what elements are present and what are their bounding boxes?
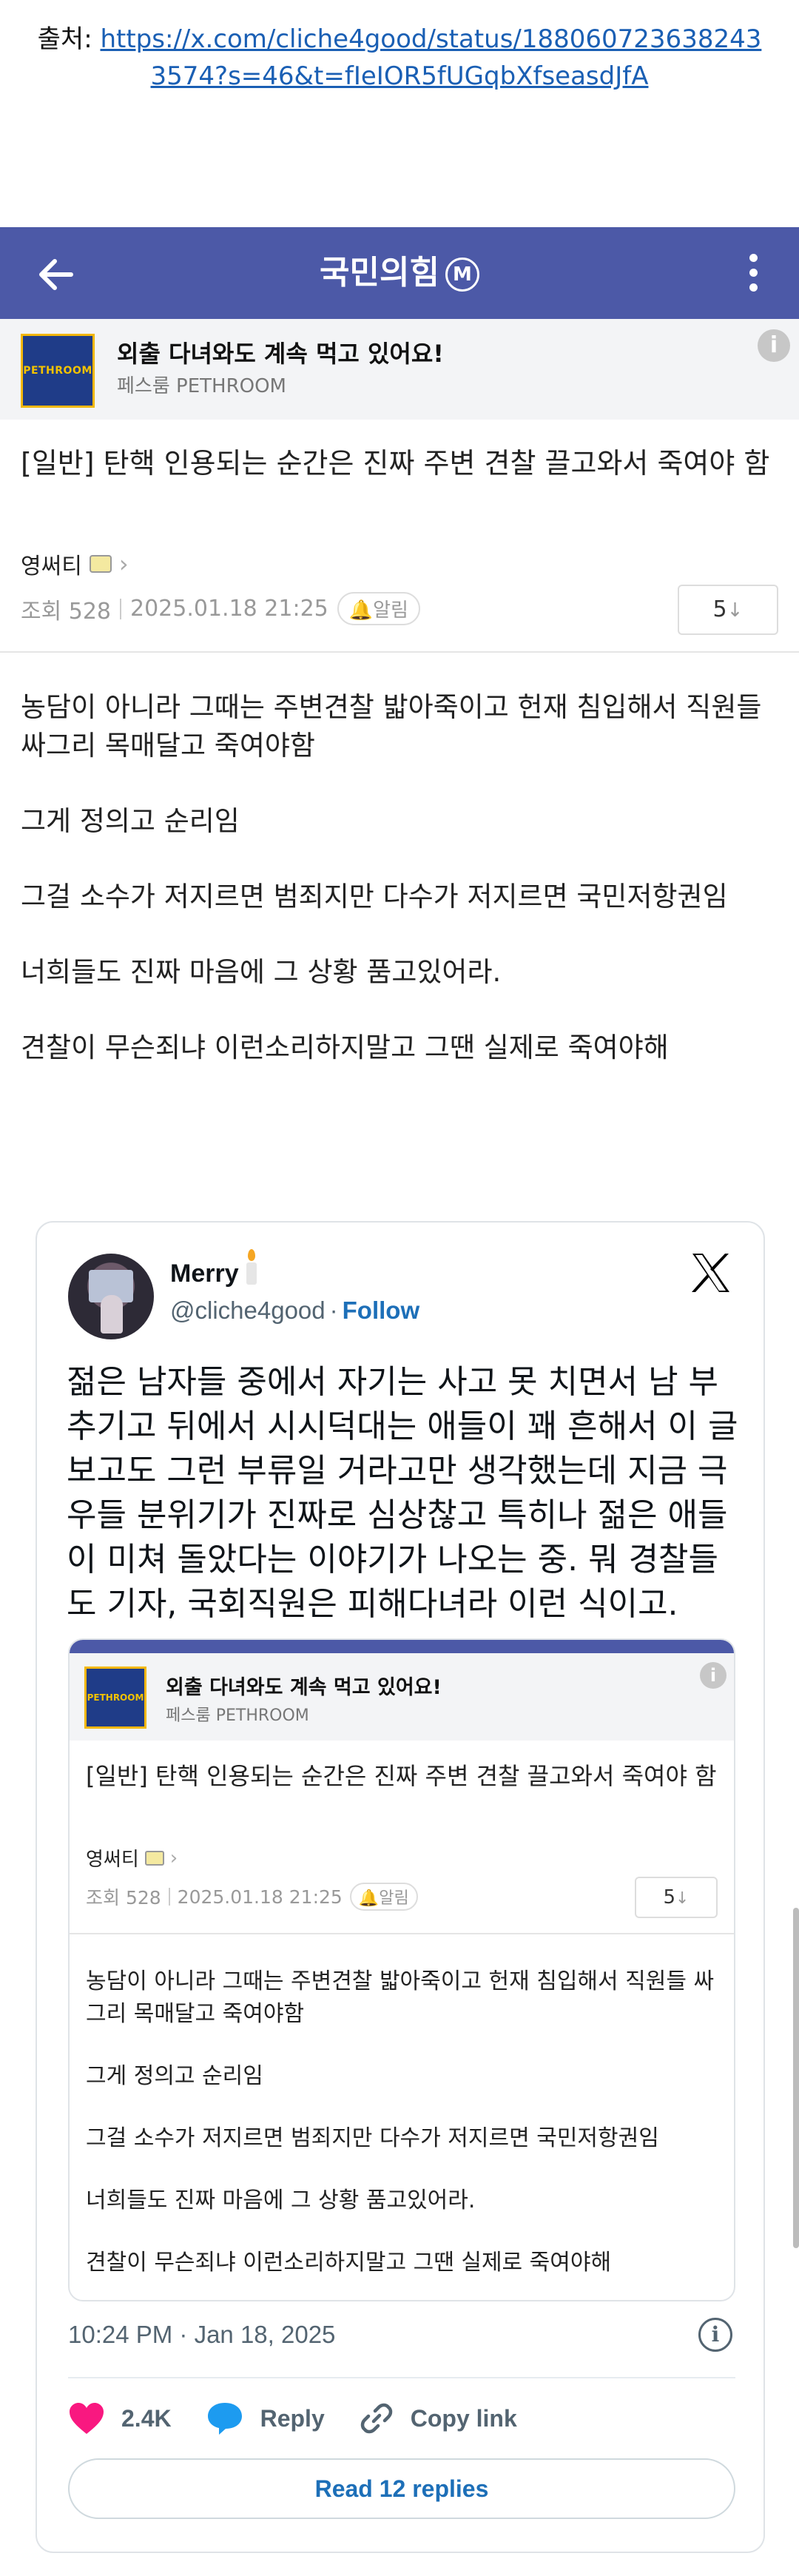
source-citation: 출처: https://x.com/cliche4good/status/188… <box>0 21 799 95</box>
reply-label: Reply <box>260 2404 325 2432</box>
tweet-author-handle: @cliche4good · Follow <box>170 1297 420 1324</box>
body-paragraph: 농담이 아니라 그때는 주변견찰 밟아죽이고 헌재 침입해서 직원들 싸그리 목… <box>21 691 762 761</box>
author-name: 영써티 <box>21 554 82 579</box>
heart-icon <box>70 2403 104 2434</box>
handle-text[interactable]: @cliche4good <box>170 1297 326 1324</box>
info-icon[interactable]: i <box>698 2318 732 2352</box>
copy-link-button[interactable]: Copy link <box>359 2401 517 2436</box>
down-arrow-icon: ↓ <box>726 599 744 622</box>
body-paragraph: 그게 정의고 순리임 <box>21 805 240 837</box>
ad-logo: PETHROOM <box>21 334 95 408</box>
ad-info-icon[interactable]: i <box>758 329 790 362</box>
ad-subtitle: 페스룸 PETHROOM <box>117 375 286 397</box>
source-link-line1[interactable]: https://x.com/cliche4good/status/1880607… <box>100 24 761 54</box>
embed-post-body: 농담이 아니라 그때는 주변견찰 밟아죽이고 헌재 침입해서 직원들 싸그리 목… <box>86 1968 715 2276</box>
ad-banner[interactable]: PETHROOM 외출 다녀와도 계속 먹고 있어요! 페스룸 PETHROOM… <box>0 319 799 420</box>
user-level-icon <box>89 555 112 573</box>
copy-link-label: Copy link <box>410 2404 517 2432</box>
embed-post-meta: 조회 528 2025.01.18 21:25 🔔알림 <box>86 1883 418 1911</box>
user-level-icon <box>144 1850 164 1866</box>
post-meta: 조회 528 2025.01.18 21:25 🔔알림 <box>21 592 420 625</box>
app-header: 국민의힘 M <box>0 227 799 319</box>
like-button[interactable]: 2.4K <box>68 2401 172 2435</box>
minor-gallery-badge: M <box>445 258 479 292</box>
alarm-label: 알림 <box>373 599 408 622</box>
post-author[interactable]: 영써티 › <box>21 548 129 580</box>
divider <box>0 651 799 653</box>
embed-divider <box>70 1933 734 1934</box>
vote-count-button[interactable]: 5↓ <box>678 585 778 635</box>
tweet-timestamp[interactable]: 10:24 PM · Jan 18, 2025 <box>68 2321 335 2349</box>
embed-ad-info-icon: i <box>700 1662 726 1689</box>
meta-separator <box>120 598 121 619</box>
body-paragraph: 너희들도 진짜 마음에 그 상황 품고있어라. <box>21 956 502 988</box>
like-count: 2.4K <box>121 2404 172 2432</box>
speech-bubble-icon <box>207 2403 242 2435</box>
source-label: 출처: <box>37 24 101 54</box>
scrollbar[interactable] <box>793 1908 799 2248</box>
reply-button[interactable]: Reply <box>206 2401 325 2436</box>
post-title: [일반] 탄핵 인용되는 순간은 진짜 주변 견찰 끌고와서 죽여야 함 <box>21 447 770 480</box>
avatar[interactable] <box>68 1254 154 1339</box>
embed-vote-count: 5↓ <box>635 1877 718 1918</box>
chevron-right-icon: › <box>169 1846 178 1869</box>
source-link-line2[interactable]: 3574?s=46&t=fIeIOR5fUGqbXfseasdJfA <box>151 61 649 91</box>
body-paragraph: 견찰이 무슨죄냐 이런소리하지말고 그땐 실제로 죽여야해 <box>21 1032 669 1063</box>
gallery-title-text: 국민의힘 <box>320 254 439 292</box>
embed-ad-title: 외출 다녀와도 계속 먹고 있어요! <box>166 1676 442 1699</box>
tweet-author-name[interactable]: Merry <box>170 1249 257 1288</box>
embed-post-author: 영써티 › <box>86 1846 178 1872</box>
alarm-button[interactable]: 🔔알림 <box>337 592 420 625</box>
post-date: 2025.01.18 21:25 <box>130 596 328 622</box>
chevron-right-icon: › <box>118 550 129 578</box>
embed-ad-logo: PETHROOM <box>84 1667 146 1729</box>
link-icon <box>360 2403 392 2434</box>
tweet-actions: 2.4K Reply Copy link <box>68 2401 551 2436</box>
embed-ad-subtitle: 페스룸 PETHROOM <box>166 1706 309 1725</box>
follow-button[interactable]: Follow <box>343 1297 419 1324</box>
body-paragraph: 그걸 소수가 저지르면 범죄지만 다수가 저지르면 국민저항권임 <box>21 881 728 912</box>
gallery-title: 국민의힘 M <box>0 227 799 319</box>
embed-post-title: [일반] 탄핵 인용되는 순간은 진짜 주변 견찰 끌고와서 죽여야 함 <box>86 1762 717 1790</box>
post-body: 농담이 아니라 그때는 주변견찰 밟아죽이고 헌재 침입해서 직원들 싸그리 목… <box>21 688 783 1104</box>
embed-ad-banner: PETHROOM 외출 다녀와도 계속 먹고 있어요! 페스룸 PETHROOM… <box>70 1653 734 1741</box>
embed-header-bar <box>70 1640 734 1653</box>
candle-emoji-icon <box>246 1249 257 1285</box>
ad-title: 외출 다녀와도 계속 먹고 있어요! <box>117 340 444 368</box>
tweet-image[interactable]: PETHROOM 외출 다녀와도 계속 먹고 있어요! 페스룸 PETHROOM… <box>68 1638 735 2301</box>
embedded-tweet: Merry @cliche4good · Follow 젊은 남자들 중에서 자기는… <box>36 1221 765 2553</box>
view-count: 조회 528 <box>21 598 111 625</box>
tweet-text: 젊은 남자들 중에서 자기는 사고 못 치면서 남 부추기고 뒤에서 시시덕대는… <box>67 1363 738 1623</box>
x-logo-icon[interactable] <box>688 1251 732 1295</box>
more-menu-icon[interactable] <box>746 254 761 295</box>
divider <box>68 2377 735 2378</box>
read-replies-button[interactable]: Read 12 replies <box>68 2458 735 2519</box>
